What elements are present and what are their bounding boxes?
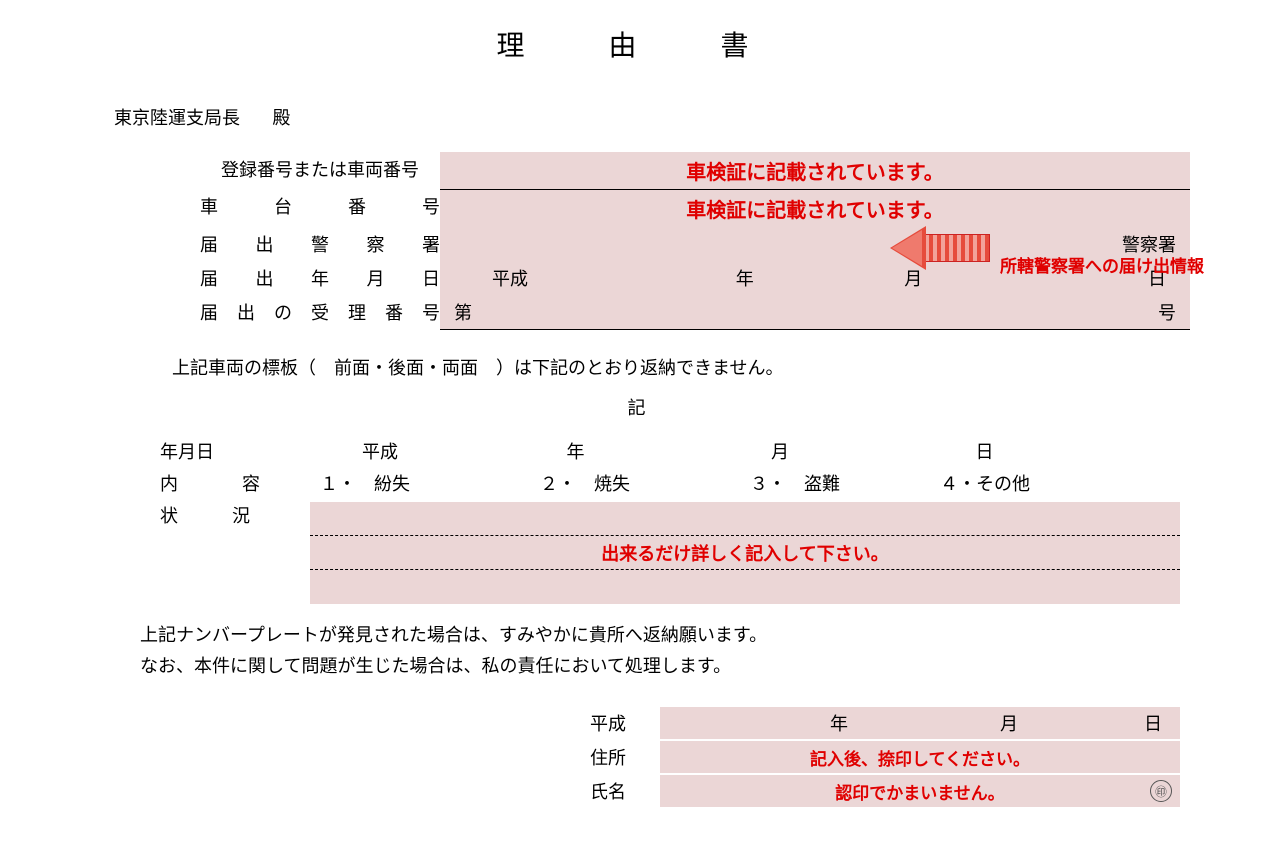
plate-sentence: 上記車両の標板（ 前面・後面・両面 ）は下記のとおり返納できません。 xyxy=(172,354,1173,380)
field-name[interactable]: 認印でかまいません。 ㊞ xyxy=(660,775,1180,807)
callout-text: 所轄警察署への届け出情報 xyxy=(1000,252,1204,277)
field-event-date[interactable]: 平成 年 月 日 xyxy=(320,438,1180,464)
row-registration-number: 登録番号または車両番号 車検証に記載されています。 xyxy=(200,152,1190,189)
row-situation: 状 況 出来るだけ詳しく記入して下さい。 xyxy=(160,502,1180,604)
event-year-unit: 年 xyxy=(567,438,772,464)
row-content: 内 容 １・ 紛失 ２・ 焼失 ３・ 盗難 ４・その他 xyxy=(160,470,1180,496)
sign-row-address: 住所 記入後、捺印してください。 xyxy=(590,741,1180,773)
row-event-date: 年月日 平成 年 月 日 xyxy=(160,438,1180,464)
label-chassis-number: 車 台 番 号 xyxy=(200,189,440,227)
sign-month-unit: 月 xyxy=(1000,710,1018,736)
field-chassis-number[interactable]: 車検証に記載されています。 xyxy=(440,189,1190,227)
label-situation: 状 況 xyxy=(160,502,310,528)
callout-police-info: 所轄警察署への届け出情報 xyxy=(890,224,1273,272)
arrow-left-icon xyxy=(890,234,990,262)
sign-row-date: 平成 年 月 日 xyxy=(590,707,1180,739)
label-name: 氏名 xyxy=(590,778,660,804)
label-police-station: 届 出 警 察 署 xyxy=(200,227,440,261)
address-note: 記入後、捺印してください。 xyxy=(810,745,1030,770)
details-table: 年月日 平成 年 月 日 内 容 １・ 紛失 ２・ 焼失 ３・ 盗難 ４・その他… xyxy=(160,438,1180,604)
receipt-suffix: 号 xyxy=(1158,299,1176,325)
field-situation[interactable]: 出来るだけ詳しく記入して下さい。 xyxy=(310,502,1180,604)
situation-box[interactable]: 出来るだけ詳しく記入して下さい。 xyxy=(310,502,1180,604)
label-report-date: 届 出 年 月 日 xyxy=(200,261,440,295)
field-receipt-number[interactable]: 第 号 xyxy=(440,295,1190,330)
note-chassis: 車検証に記載されています。 xyxy=(450,194,1180,223)
plate-post: ）は下記のとおり返納できません。 xyxy=(496,358,783,378)
footer-paragraph: 上記ナンバープレートが発見された場合は、すみやかに貴所へ返納願います。 なお、本… xyxy=(140,620,1173,681)
situation-note: 出来るだけ詳しく記入して下さい。 xyxy=(601,540,888,566)
situation-line-1[interactable] xyxy=(310,502,1180,536)
plate-choices[interactable]: 前面・後面・両面 xyxy=(316,358,496,378)
option-stolen[interactable]: ３・ 盗難 xyxy=(750,470,930,496)
option-burned[interactable]: ２・ 焼失 xyxy=(540,470,740,496)
label-event-date: 年月日 xyxy=(160,438,320,464)
footer-line-2: なお、本件に関して問題が生じた場合は、私の責任において処理します。 xyxy=(140,651,1173,682)
row-receipt-number: 届 出 の 受 理 番 号 第 号 xyxy=(200,295,1190,330)
document-title: 理 由 書 xyxy=(100,24,1173,64)
field-content-options[interactable]: １・ 紛失 ２・ 焼失 ３・ 盗難 ４・その他 xyxy=(320,470,1180,496)
event-era: 平成 xyxy=(320,438,567,464)
event-month-unit: 月 xyxy=(771,438,976,464)
option-lost[interactable]: １・ 紛失 xyxy=(320,470,530,496)
era-label: 平成 xyxy=(450,265,661,291)
vehicle-info-table: 登録番号または車両番号 車検証に記載されています。 車 台 番 号 車検証に記載… xyxy=(200,152,1190,330)
plate-pre: 上記車両の標板（ xyxy=(172,358,316,378)
option-other[interactable]: ４・その他 xyxy=(940,470,1030,496)
year-unit: 年 xyxy=(661,265,830,291)
footer-line-1: 上記ナンバープレートが発見された場合は、すみやかに貴所へ返納願います。 xyxy=(140,620,1173,651)
situation-line-3[interactable] xyxy=(310,570,1180,604)
label-registration-number: 登録番号または車両番号 xyxy=(200,152,440,189)
addressee: 東京陸運支局長 殿 xyxy=(114,104,1173,130)
sign-row-name: 氏名 認印でかまいません。 ㊞ xyxy=(590,775,1180,807)
addressee-name: 東京陸運支局長 xyxy=(114,108,240,128)
label-content: 内 容 xyxy=(160,470,320,496)
field-registration-number[interactable]: 車検証に記載されています。 xyxy=(440,152,1190,189)
seal-icon: ㊞ xyxy=(1150,780,1172,802)
addressee-honorific: 殿 xyxy=(273,108,291,128)
sign-day-unit: 日 xyxy=(1144,710,1162,736)
row-chassis-number: 車 台 番 号 車検証に記載されています。 xyxy=(200,189,1190,227)
label-receipt-number: 届 出 の 受 理 番 号 xyxy=(200,295,440,330)
sign-era: 平成 xyxy=(590,710,660,736)
event-day-unit: 日 xyxy=(976,438,1181,464)
signature-block: 平成 年 月 日 住所 記入後、捺印してください。 氏名 認印でかまいません。 … xyxy=(590,707,1180,807)
label-address: 住所 xyxy=(590,744,660,770)
situation-line-2[interactable]: 出来るだけ詳しく記入して下さい。 xyxy=(310,536,1180,570)
section-marker: 記 xyxy=(100,394,1173,420)
note-registration: 車検証に記載されています。 xyxy=(450,156,1180,185)
sign-date-field[interactable]: 年 月 日 xyxy=(660,707,1180,739)
sign-year-unit: 年 xyxy=(830,710,848,736)
reason-form: 理 由 書 東京陸運支局長 殿 登録番号または車両番号 車検証に記載されています… xyxy=(0,0,1273,849)
receipt-prefix: 第 xyxy=(454,299,472,325)
name-note: 認印でかまいません。 xyxy=(835,779,1005,804)
field-address[interactable]: 記入後、捺印してください。 xyxy=(660,741,1180,773)
